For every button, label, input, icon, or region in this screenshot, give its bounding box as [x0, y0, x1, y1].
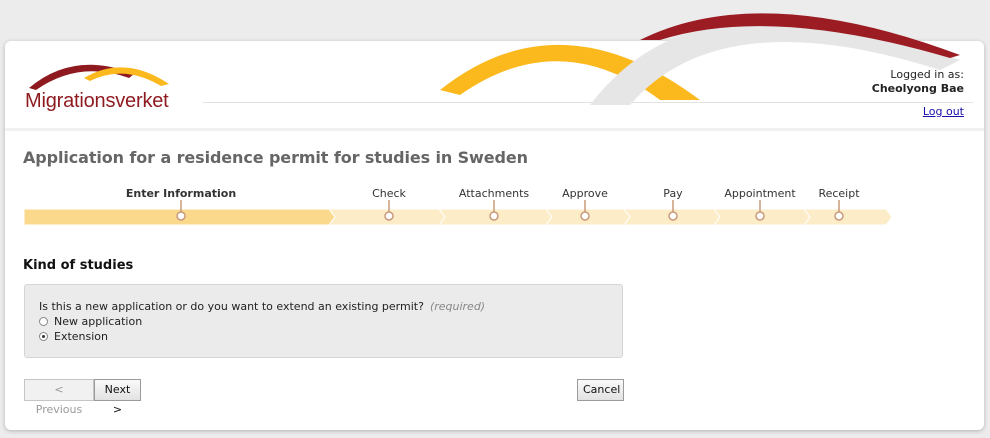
application-page: Migrationsverket Logged in as: Cheolyong…	[5, 41, 984, 430]
logo-text: Migrationsverket	[25, 90, 169, 112]
logout-link[interactable]: Log out	[923, 105, 964, 118]
step-label: Pay	[663, 187, 683, 200]
option-label-extension: Extension	[54, 330, 109, 343]
step-label: Enter Information	[125, 187, 237, 200]
progress-steps: Enter Information Check Attachments Approve…	[24, 184, 894, 234]
step-segment	[803, 208, 893, 226]
required-label: (required)	[429, 300, 486, 313]
radio-new-application[interactable]	[39, 317, 48, 326]
step-label: Approve	[562, 187, 608, 200]
question-box: Is this a new application or do you want…	[24, 284, 623, 358]
cancel-button[interactable]: Cancel	[577, 379, 624, 401]
step-marker	[580, 211, 590, 221]
step-label: Attachments	[458, 187, 530, 200]
header-separator	[5, 128, 984, 131]
previous-button[interactable]: < Previous	[24, 379, 94, 416]
question-text: Is this a new application or do you want…	[39, 300, 485, 313]
section-heading: Kind of studies	[23, 258, 134, 273]
step-marker	[755, 211, 765, 221]
option-label-new-application: New application	[54, 315, 143, 328]
step-marker	[489, 211, 499, 221]
radio-extension[interactable]	[39, 332, 48, 341]
step-label: Check	[372, 187, 406, 200]
step-label: Receipt	[818, 187, 860, 200]
next-button[interactable]: Next >	[94, 379, 141, 416]
option-new-application[interactable]: New application	[39, 315, 142, 328]
step-label: Appointment	[724, 187, 796, 200]
step-marker	[176, 211, 186, 221]
step-marker	[834, 211, 844, 221]
question-label: Is this a new application or do you want…	[39, 300, 424, 313]
migrationsverket-logo-icon	[29, 64, 169, 90]
user-name: Cheolyong Bae	[871, 82, 964, 95]
header-divider	[203, 102, 973, 103]
step-marker	[384, 211, 394, 221]
option-extension[interactable]: Extension	[39, 330, 108, 343]
logged-in-label: Logged in as:	[890, 68, 964, 81]
login-info: Logged in as: Cheolyong Bae	[872, 68, 964, 96]
header: Migrationsverket Logged in as: Cheolyong…	[5, 41, 984, 128]
step-marker	[668, 211, 678, 221]
page-title: Application for a residence permit for s…	[23, 148, 528, 167]
